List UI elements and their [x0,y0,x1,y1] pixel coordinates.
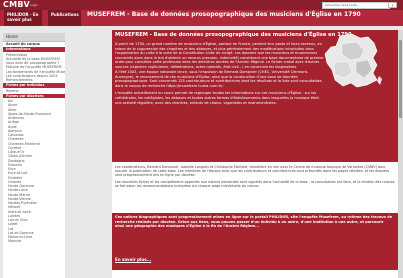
france-map-image [324,33,382,88]
info-strip: Ces notices biographiques sont progressi… [112,213,398,270]
login-link[interactable]: Login [30,2,38,8]
hero-heading: MUSEFREM - Base de données prosopographi… [115,32,352,38]
strip-text: Ces notices biographiques sont progressi… [115,215,393,228]
sidebar-item[interactable]: Accueil du corpus [3,42,65,46]
hero-text: À partir de 1790, un grand nombre de mus… [115,42,325,106]
sidebar-item[interactable]: Revenir [3,89,65,93]
more-link[interactable]: En savoir plus... [115,257,151,262]
sidebar-item-diocese[interactable]: Manche [3,239,65,243]
sidebar-item[interactable]: Remerciements [3,78,65,82]
sidebar-section-header[interactable]: Fiches par individus [3,83,65,88]
scrollbar-thumb[interactable] [399,40,402,118]
sidebar: Home Accueil du corpus Informations Présen… [3,33,65,278]
sidebar-section-header[interactable]: Informations [3,47,65,52]
sidebar-section-header[interactable]: Fiches par diocèses [3,93,65,98]
hero-paragraph-3: L'enquête actuellement en cours permet d… [115,91,319,105]
sidebar-menu: Accueil du corpus Informations Présentatio… [3,42,65,244]
tab-publications[interactable]: Publications [48,10,81,26]
body-text: Les coordinateurs, Bernard Dompnier, Isa… [115,165,395,190]
body-paragraph-1: Les coordinateurs, Bernard Dompnier, Isa… [115,165,390,178]
search-button[interactable]: › [388,2,397,9]
hero-paragraph-1: À partir de 1790, un grand nombre de mus… [115,42,324,69]
sidebar-item[interactable]: Histoire de l'enquête MUSEFREM [3,65,65,69]
hero-paragraph-2: À l'été 2003, une équipe nationale lance… [115,70,322,88]
search-input[interactable]: échercher dans toute [322,2,390,9]
body-paragraph-2: Les nouvelles fiches et les compléments … [115,179,395,188]
hero-block: MUSEFREM - Base de données prosopographi… [112,30,398,162]
site-logo[interactable]: CMBV [3,0,30,10]
sidebar-home[interactable]: Home [3,33,65,42]
page-title: MUSEFREM - Base de données prosopographi… [87,11,361,18]
main-panel: MUSEFREM - Base de données prosopographi… [112,30,398,278]
tab-philidor[interactable]: PHILIDOR · En savoir plus [4,10,42,26]
